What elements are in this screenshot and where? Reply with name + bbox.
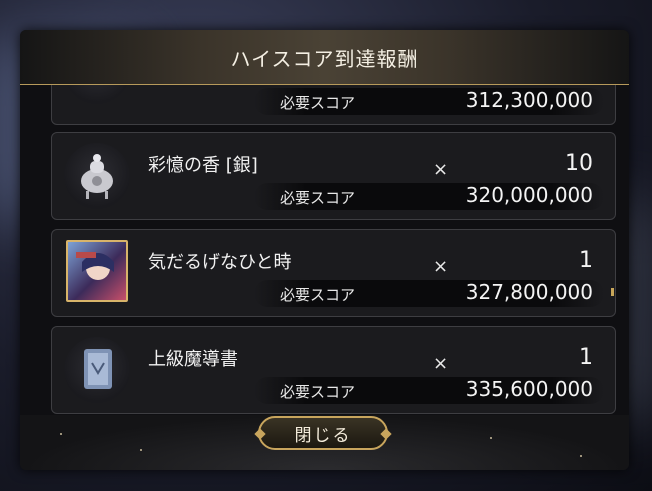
reward-name: 気だるげなひと時 (148, 252, 292, 273)
high-score-reward-dialog: ハイスコア到達報酬 必要スコア 312,300,000 彩憶の香 [銀] × 1… (20, 30, 629, 470)
sparkle (60, 433, 62, 435)
reward-quantity: 1 (579, 248, 593, 273)
sparkle (140, 449, 142, 451)
reward-card: 気だるげなひと時 × 1 必要スコア 327,800,000 (51, 229, 616, 317)
advanced-grimoire-icon (64, 337, 130, 403)
reward-name: 上級魔導書 (148, 349, 238, 370)
dialog-header: ハイスコア到達報酬 (20, 30, 629, 85)
sparkle (580, 455, 582, 457)
reward-quantity: 1 (579, 345, 593, 370)
multiply-sign: × (433, 353, 449, 374)
reward-card: 彩憶の香 [銀] × 10 必要スコア 320,000,000 (51, 132, 616, 220)
required-score-label: 必要スコア (280, 94, 356, 112)
reward-card: 必要スコア 312,300,000 (51, 85, 616, 125)
required-score-label: 必要スコア (280, 383, 356, 401)
silver-incense-burner-icon (64, 143, 130, 209)
reward-quantity: 10 (565, 151, 593, 176)
character-card-icon (66, 240, 128, 302)
book-item-icon (64, 85, 130, 104)
required-score-value: 335,600,000 (465, 377, 593, 401)
dialog-title: ハイスコア到達報酬 (230, 46, 419, 71)
reward-name: 彩憶の香 [銀] (148, 155, 258, 176)
required-score-value: 312,300,000 (465, 88, 593, 112)
close-button-label: 閉じる (294, 425, 352, 446)
sparkle (490, 437, 492, 439)
required-score-label: 必要スコア (280, 189, 356, 207)
reward-card: 上級魔導書 × 1 必要スコア 335,600,000 (51, 326, 616, 414)
required-score-value: 327,800,000 (465, 280, 593, 304)
required-score-value: 320,000,000 (465, 183, 593, 207)
reward-list[interactable]: 必要スコア 312,300,000 彩憶の香 [銀] × 10 必要スコア 32… (51, 85, 617, 420)
required-score-label: 必要スコア (280, 286, 356, 304)
multiply-sign: × (433, 159, 449, 180)
close-button[interactable]: 閉じる (254, 416, 392, 450)
scrollbar-thumb[interactable] (611, 288, 614, 296)
multiply-sign: × (433, 256, 449, 277)
